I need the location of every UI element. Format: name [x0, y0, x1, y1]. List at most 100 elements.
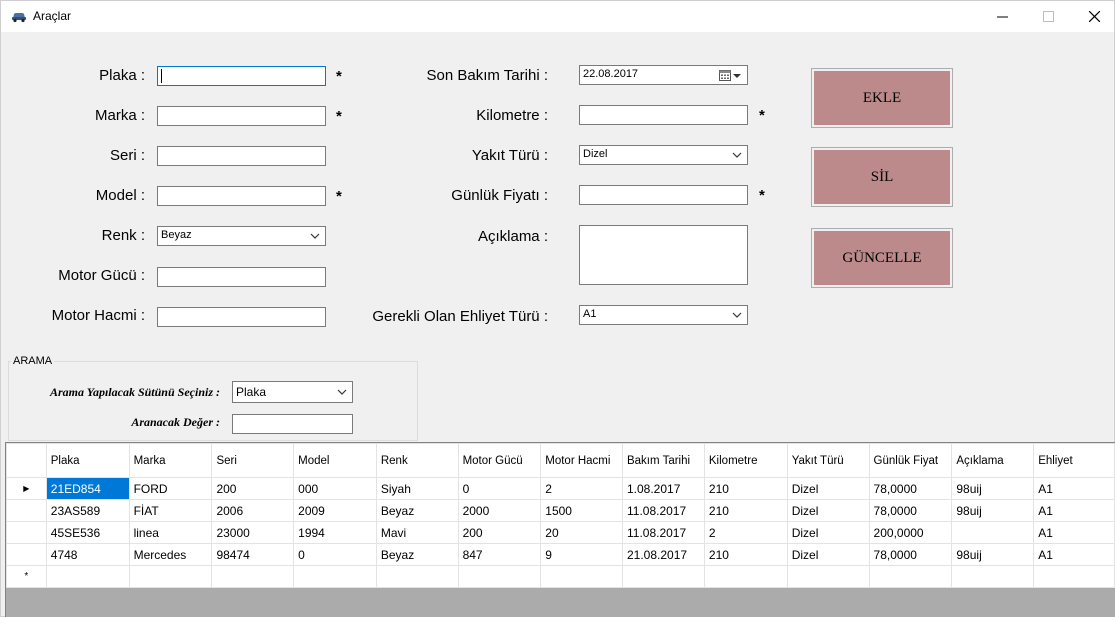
- column-header-renk[interactable]: Renk: [375, 443, 459, 478]
- motor-hacmi-input[interactable]: [157, 307, 326, 327]
- current-row-marker[interactable]: ▶: [6, 477, 47, 500]
- table-cell[interactable]: 78,0000: [868, 543, 953, 566]
- row-header-cell[interactable]: [6, 521, 47, 544]
- column-header-seri[interactable]: Seri: [211, 443, 295, 478]
- table-cell[interactable]: 98uij: [951, 543, 1035, 566]
- table-row[interactable]: 23AS589 FİAT 2006 2009 Beyaz 2000 1500 1…: [6, 499, 1115, 522]
- table-cell[interactable]: 200: [457, 521, 542, 544]
- table-cell[interactable]: 200: [211, 477, 295, 500]
- table-cell[interactable]: FORD: [128, 477, 213, 500]
- column-header-aciklama[interactable]: Açıklama: [951, 443, 1035, 478]
- table-cell[interactable]: 45SE536: [45, 521, 130, 544]
- table-cell[interactable]: 2000: [457, 499, 542, 522]
- table-cell[interactable]: 2: [540, 477, 623, 500]
- maximize-button[interactable]: [1025, 1, 1071, 32]
- table-cell[interactable]: 210: [703, 543, 788, 566]
- motor-gucu-input[interactable]: [157, 267, 326, 287]
- table-cell[interactable]: FİAT: [128, 499, 213, 522]
- table-cell[interactable]: 78,0000: [868, 477, 953, 500]
- yakit-select[interactable]: Dizel: [579, 145, 748, 165]
- table-cell[interactable]: 78,0000: [868, 499, 953, 522]
- vehicles-datagrid[interactable]: Plaka Marka Seri Model Renk Motor Gücü M…: [5, 442, 1115, 617]
- table-cell[interactable]: [293, 565, 377, 588]
- table-cell[interactable]: 000: [293, 477, 377, 500]
- aciklama-textarea[interactable]: [579, 225, 748, 285]
- table-cell[interactable]: Mavi: [375, 521, 459, 544]
- table-cell[interactable]: Dizel: [786, 499, 870, 522]
- column-header-motor-gucu[interactable]: Motor Gücü: [457, 443, 542, 478]
- ekle-button[interactable]: EKLE: [811, 68, 953, 128]
- table-cell[interactable]: 20: [540, 521, 623, 544]
- table-cell[interactable]: 1500: [540, 499, 623, 522]
- table-cell[interactable]: [621, 565, 705, 588]
- table-cell[interactable]: 1994: [293, 521, 377, 544]
- table-cell[interactable]: Beyaz: [375, 499, 459, 522]
- column-header-kilometre[interactable]: Kilometre: [703, 443, 788, 478]
- kilometre-input[interactable]: [579, 105, 748, 125]
- close-button[interactable]: [1071, 1, 1115, 32]
- table-cell[interactable]: 2006: [211, 499, 295, 522]
- table-cell[interactable]: 23000: [211, 521, 295, 544]
- seri-input[interactable]: [157, 146, 326, 166]
- table-cell[interactable]: 21ED854: [45, 477, 130, 500]
- son-bakim-datepicker[interactable]: 22.08.2017: [579, 65, 748, 85]
- column-header-motor-hacmi[interactable]: Motor Hacmi: [540, 443, 623, 478]
- table-cell[interactable]: 210: [703, 477, 788, 500]
- table-cell[interactable]: [951, 521, 1035, 544]
- table-cell[interactable]: Dizel: [786, 543, 870, 566]
- table-cell[interactable]: 11.08.2017: [621, 499, 705, 522]
- table-cell[interactable]: [951, 565, 1035, 588]
- corner-header-cell[interactable]: [6, 443, 47, 478]
- table-cell[interactable]: 98474: [211, 543, 295, 566]
- table-cell[interactable]: 23AS589: [45, 499, 130, 522]
- table-cell[interactable]: [786, 565, 870, 588]
- guncelle-button[interactable]: GÜNCELLE: [811, 228, 953, 288]
- table-cell[interactable]: 2009: [293, 499, 377, 522]
- table-cell[interactable]: 210: [703, 499, 788, 522]
- table-cell[interactable]: [703, 565, 788, 588]
- sil-button[interactable]: SİL: [811, 147, 953, 207]
- table-row[interactable]: 45SE536 linea 23000 1994 Mavi 200 20 11.…: [6, 521, 1115, 544]
- renk-select[interactable]: Beyaz: [157, 226, 326, 246]
- table-cell[interactable]: A1: [1033, 477, 1115, 500]
- table-row[interactable]: ▶ 21ED854 FORD 200 000 Siyah 0 2 1.08.20…: [6, 477, 1115, 500]
- plaka-input[interactable]: [157, 66, 326, 86]
- table-cell[interactable]: [211, 565, 295, 588]
- table-cell[interactable]: 847: [457, 543, 542, 566]
- table-cell[interactable]: 1.08.2017: [621, 477, 705, 500]
- table-row[interactable]: 4748 Mercedes 98474 0 Beyaz 847 9 21.08.…: [6, 543, 1115, 566]
- table-cell[interactable]: A1: [1033, 521, 1115, 544]
- table-cell[interactable]: 9: [540, 543, 623, 566]
- new-row[interactable]: *: [6, 565, 1115, 588]
- table-cell[interactable]: [45, 565, 130, 588]
- table-cell[interactable]: 21.08.2017: [621, 543, 705, 566]
- row-header-cell[interactable]: [6, 543, 47, 566]
- table-cell[interactable]: [128, 565, 213, 588]
- minimize-button[interactable]: [979, 1, 1025, 32]
- table-cell[interactable]: Dizel: [786, 521, 870, 544]
- column-header-model[interactable]: Model: [293, 443, 377, 478]
- table-cell[interactable]: A1: [1033, 543, 1115, 566]
- table-cell[interactable]: 11.08.2017: [621, 521, 705, 544]
- column-header-plaka[interactable]: Plaka: [45, 443, 130, 478]
- table-cell[interactable]: 200,0000: [868, 521, 953, 544]
- new-row-marker[interactable]: *: [6, 565, 47, 588]
- table-cell[interactable]: [1033, 565, 1115, 588]
- table-cell[interactable]: 4748: [45, 543, 130, 566]
- model-input[interactable]: [157, 186, 326, 206]
- marka-input[interactable]: [157, 106, 326, 126]
- gunluk-fiyat-input[interactable]: [579, 185, 748, 205]
- table-cell[interactable]: Dizel: [786, 477, 870, 500]
- row-header-cell[interactable]: [6, 499, 47, 522]
- table-cell[interactable]: [457, 565, 542, 588]
- table-cell[interactable]: 98uij: [951, 499, 1035, 522]
- table-cell[interactable]: linea: [128, 521, 213, 544]
- column-header-yakit-turu[interactable]: Yakıt Türü: [786, 443, 870, 478]
- table-cell[interactable]: [375, 565, 459, 588]
- search-value-input[interactable]: [232, 414, 353, 434]
- column-header-ehliyet[interactable]: Ehliyet: [1033, 443, 1115, 478]
- table-cell[interactable]: 2: [703, 521, 788, 544]
- table-cell[interactable]: 98uij: [951, 477, 1035, 500]
- ehliyet-select[interactable]: A1: [579, 305, 748, 325]
- table-cell[interactable]: Mercedes: [128, 543, 213, 566]
